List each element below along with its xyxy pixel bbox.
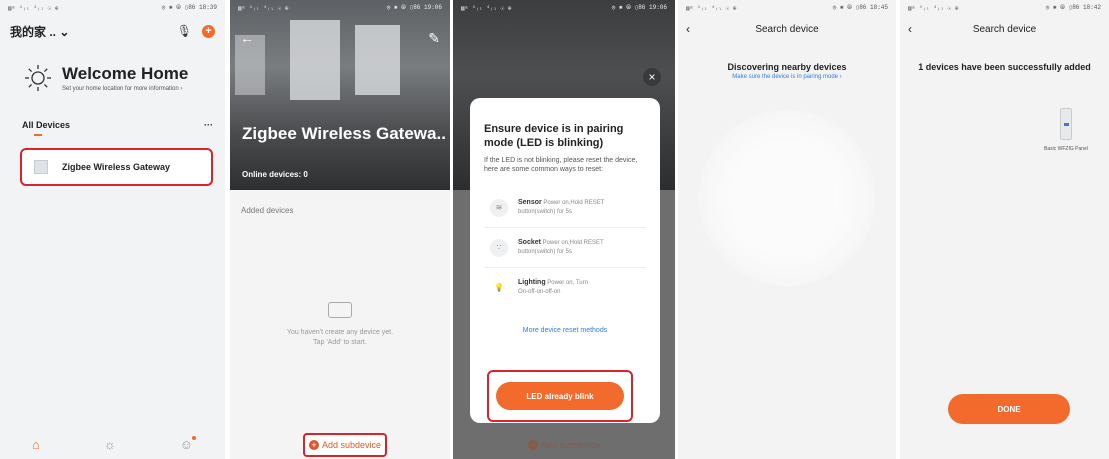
device-card-zigbee-gateway[interactable]: Zigbee Wireless Gateway bbox=[20, 148, 213, 186]
sun-icon bbox=[24, 64, 52, 92]
empty-line-1: You haven't create any device yet. bbox=[286, 329, 394, 336]
tab-indicator bbox=[34, 134, 42, 136]
more-options-icon[interactable]: ··· bbox=[204, 120, 213, 130]
highlight-frame: LED already blink bbox=[487, 370, 633, 422]
close-icon[interactable]: × bbox=[643, 68, 661, 86]
status-right: ◎ ✱ ⦾ ▯86 19:06 bbox=[386, 4, 442, 11]
method-text: button(switch) for 5s bbox=[518, 209, 573, 215]
profile-tab-icon[interactable]: ☺ bbox=[179, 435, 196, 452]
pairing-mode-screen: ▥ᵃ ⁴ᵢₗ ⁴ᵢₗ ☉ ⊕ ◎ ✱ ⦾ ▯86 19:06 × Ensure … bbox=[453, 0, 675, 459]
method-text: On-off-on-off-on bbox=[518, 289, 561, 295]
more-reset-methods-link[interactable]: More device reset methods bbox=[470, 327, 660, 334]
add-subdevice-button-dimmed: + Add subdevice bbox=[528, 440, 600, 450]
reset-method-socket: ∵ Socket Power on,Hold RESET button(switc… bbox=[484, 228, 646, 268]
radar-inner-ring bbox=[739, 150, 835, 246]
status-bar: ▥ᵃ ⁴ᵢₗ ⁴ᵢₗ ☉ ⊕ ◎ ✱ ⦾ ▯86 19:06 bbox=[230, 0, 450, 16]
nav-bar: ‹ Search device bbox=[900, 16, 1109, 42]
welcome-subtitle[interactable]: Set your home location for more informat… bbox=[62, 86, 188, 92]
add-subdevice-button[interactable]: + Add subdevice bbox=[303, 433, 387, 457]
welcome-banner[interactable]: Welcome Home Set your home location for … bbox=[0, 42, 225, 92]
method-name: Socket bbox=[518, 239, 541, 246]
device-label: Basic WFZIG Panel bbox=[1044, 146, 1088, 152]
discovering-title: Discovering nearby devices bbox=[727, 62, 847, 72]
status-left: ▥ᵃ ⁴ᵢₗ ⁴ᵢₗ ☉ ⊕ bbox=[8, 4, 59, 12]
hero-nav: ← ✎ bbox=[240, 30, 440, 47]
welcome-title: Welcome Home bbox=[62, 64, 189, 83]
back-arrow-icon[interactable]: ← bbox=[240, 30, 254, 47]
status-right: ◎ ✱ ⦾ ▯86 18:45 bbox=[832, 4, 888, 11]
socket-icon: ∵ bbox=[490, 238, 508, 257]
back-chevron-icon[interactable]: ‹ bbox=[908, 22, 912, 36]
devices-added-title: 1 devices have been successfully added bbox=[918, 62, 1091, 72]
gateway-title: Zigbee Wireless Gatewa.. bbox=[242, 124, 446, 143]
search-device-screen: ▥ᵃ ⁴ᵢₗ ⁴ᵢₗ ☉ ⊕ ◎ ✱ ⦾ ▯86 18:45 ‹ Search … bbox=[678, 0, 896, 459]
pairing-mode-hint-link[interactable]: Make sure the device is in pairing mode … bbox=[678, 74, 896, 80]
plus-icon: + bbox=[528, 440, 538, 450]
back-chevron-icon[interactable]: ‹ bbox=[686, 22, 690, 36]
online-devices-count: Online devices: 0 bbox=[242, 170, 308, 179]
status-left: ▥ᵃ ⁴ᵢₗ ⁴ᵢₗ ☉ ⊕ bbox=[461, 4, 512, 12]
status-right: ◎ ✱ ⦾ ▯86 19:06 bbox=[611, 4, 667, 11]
plus-icon: + bbox=[308, 440, 319, 450]
nav-bar: ‹ Search device bbox=[678, 16, 896, 42]
done-button[interactable]: DONE bbox=[948, 394, 1070, 424]
status-left: ▥ᵃ ⁴ᵢₗ ⁴ᵢₗ ☉ ⊕ bbox=[908, 4, 959, 12]
profile-icon: ☺ bbox=[179, 436, 193, 452]
status-right: ◎ ✱ ⦾ ▯86 18:39 bbox=[161, 4, 217, 11]
sensor-icon: ≋ bbox=[490, 198, 508, 217]
added-devices-label: Added devices bbox=[241, 206, 294, 215]
method-text: Power on, Turn bbox=[547, 280, 588, 286]
status-left: ▥ᵃ ⁴ᵢₗ ⁴ᵢₗ ☉ ⊕ bbox=[686, 4, 737, 12]
add-subdevice-label: Add subdevice bbox=[541, 440, 601, 450]
home-topbar: 我的家 .. ⌄ 🎙 + bbox=[0, 16, 225, 42]
empty-line-2: Tap 'Add' to start. bbox=[313, 339, 367, 346]
method-name: Sensor bbox=[518, 199, 542, 206]
status-left: ▥ᵃ ⁴ᵢₗ ⁴ᵢₗ ☉ ⊕ bbox=[238, 4, 289, 12]
status-right: ◎ ✱ ⦾ ▯86 18:42 bbox=[1045, 4, 1101, 11]
empty-state: You haven't create any device yet. Tap '… bbox=[230, 302, 450, 348]
reset-method-sensor: ≋ Sensor Power on,Hold RESET button(switc… bbox=[484, 188, 646, 228]
add-device-icon[interactable]: + bbox=[202, 24, 215, 38]
method-name: Lighting bbox=[518, 279, 546, 286]
page-title: Search device bbox=[972, 23, 1037, 35]
status-bar: ▥ᵃ ⁴ᵢₗ ⁴ᵢₗ ☉ ⊕ ◎ ✱ ⦾ ▯86 19:06 bbox=[453, 0, 675, 16]
gateway-screen: ▥ᵃ ⁴ᵢₗ ⁴ᵢₗ ☉ ⊕ ◎ ✱ ⦾ ▯86 19:06 ← ✎ Zigbe… bbox=[230, 0, 450, 459]
search-result-screen: ▥ᵃ ⁴ᵢₗ ⁴ᵢₗ ☉ ⊕ ◎ ✱ ⦾ ▯86 18:42 ‹ Search … bbox=[900, 0, 1109, 459]
status-bar: ▥ᵃ ⁴ᵢₗ ⁴ᵢₗ ☉ ⊕ ◎ ✱ ⦾ ▯86 18:42 bbox=[900, 0, 1109, 16]
light-bulb-icon: 💡 bbox=[494, 282, 504, 292]
status-bar: ▥ᵃ ⁴ᵢₗ ⁴ᵢₗ ☉ ⊕ ◎ ✱ ⦾ ▯86 18:39 bbox=[0, 0, 225, 16]
wall-panel-device-icon[interactable] bbox=[1060, 108, 1072, 140]
scene-tab-icon[interactable]: ☼ bbox=[104, 437, 116, 452]
gateway-hero-image: ▥ᵃ ⁴ᵢₗ ⁴ᵢₗ ☉ ⊕ ◎ ✱ ⦾ ▯86 19:06 ← ✎ Zigbe… bbox=[230, 0, 450, 190]
bottom-tab-bar: ⌂ ☼ ☺ bbox=[0, 429, 225, 459]
led-already-blink-button[interactable]: LED already blink bbox=[496, 382, 624, 410]
method-text: Power on,Hold RESET bbox=[542, 240, 604, 246]
reset-method-lighting: 💡 Lighting Power on, Turn On-off-on-off-o… bbox=[484, 268, 646, 307]
notification-dot bbox=[191, 435, 196, 440]
page-title: Search device bbox=[755, 23, 819, 35]
microphone-icon[interactable]: 🎙 bbox=[177, 24, 192, 38]
method-text: button(switch) for 5s bbox=[518, 249, 573, 255]
gateway-icon bbox=[34, 160, 48, 174]
device-name: Zigbee Wireless Gateway bbox=[62, 162, 170, 172]
add-subdevice-label: Add subdevice bbox=[321, 440, 382, 450]
status-bar: ▥ᵃ ⁴ᵢₗ ⁴ᵢₗ ☉ ⊕ ◎ ✱ ⦾ ▯86 18:45 bbox=[678, 0, 896, 16]
home-selector[interactable]: 我的家 .. ⌄ bbox=[10, 23, 69, 40]
empty-tray-icon bbox=[328, 302, 352, 318]
dialog-title: Ensure device is in pairing mode (LED is… bbox=[484, 123, 624, 149]
method-text: Power on,Hold RESET bbox=[543, 200, 605, 206]
dialog-description: If the LED is not blinking, please reset… bbox=[484, 157, 638, 173]
home-screen: ▥ᵃ ⁴ᵢₗ ⁴ᵢₗ ☉ ⊕ ◎ ✱ ⦾ ▯86 18:39 我的家 .. ⌄ … bbox=[0, 0, 225, 459]
all-devices-tab[interactable]: All Devices bbox=[22, 120, 70, 130]
device-list-header: All Devices ··· bbox=[0, 92, 225, 130]
edit-icon[interactable]: ✎ bbox=[428, 30, 440, 47]
home-tab-icon[interactable]: ⌂ bbox=[32, 437, 40, 452]
